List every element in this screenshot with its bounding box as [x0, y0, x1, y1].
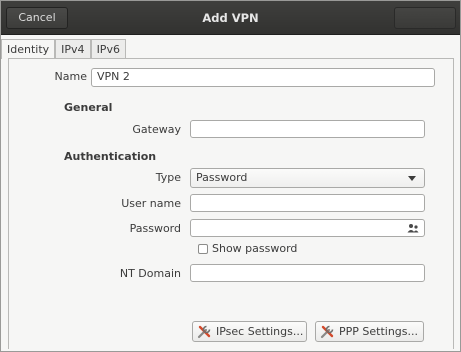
tab-identity[interactable]: Identity	[1, 39, 56, 59]
ipsec-settings-label: IPsec Settings...	[216, 325, 304, 338]
chevron-down-icon	[408, 176, 416, 181]
username-label: User name	[121, 197, 181, 210]
ipsec-settings-button[interactable]: IPsec Settings...	[192, 321, 307, 342]
name-label: Name	[54, 70, 87, 83]
gateway-label: Gateway	[132, 123, 181, 136]
ppp-settings-label: PPP Settings...	[339, 325, 419, 338]
type-select-value: Password	[196, 171, 248, 184]
identity-panel: Name VPN 2 General Gateway Authenticatio…	[8, 58, 454, 349]
tools-icon	[320, 325, 334, 339]
nt-domain-label: NT Domain	[119, 267, 181, 280]
ppp-settings-button[interactable]: PPP Settings...	[315, 321, 424, 342]
nt-domain-field[interactable]	[190, 264, 425, 282]
users-icon[interactable]	[407, 223, 419, 233]
password-field[interactable]	[190, 219, 425, 237]
cancel-button[interactable]: Cancel	[6, 7, 68, 29]
add-vpn-dialog: Cancel Add VPN Identity IPv4 IPv6 Name V…	[0, 0, 461, 352]
dialog-title: Add VPN	[202, 11, 259, 25]
type-select[interactable]: Password	[190, 168, 425, 188]
show-password-label[interactable]: Show password	[212, 242, 297, 255]
tab-bar: Identity IPv4 IPv6	[1, 39, 126, 59]
general-heading: General	[64, 101, 113, 114]
tab-ipv6[interactable]: IPv6	[90, 39, 126, 59]
authentication-heading: Authentication	[64, 150, 157, 163]
show-password-checkbox[interactable]	[198, 244, 208, 254]
gateway-field[interactable]	[190, 120, 425, 138]
name-field[interactable]: VPN 2	[91, 68, 435, 87]
header-bar: Cancel Add VPN	[1, 1, 460, 35]
add-button[interactable]	[394, 7, 456, 29]
tab-ipv4[interactable]: IPv4	[55, 39, 91, 59]
tools-icon	[197, 325, 211, 339]
username-field[interactable]	[190, 194, 425, 212]
type-label: Type	[155, 171, 181, 184]
password-label: Password	[129, 222, 181, 235]
